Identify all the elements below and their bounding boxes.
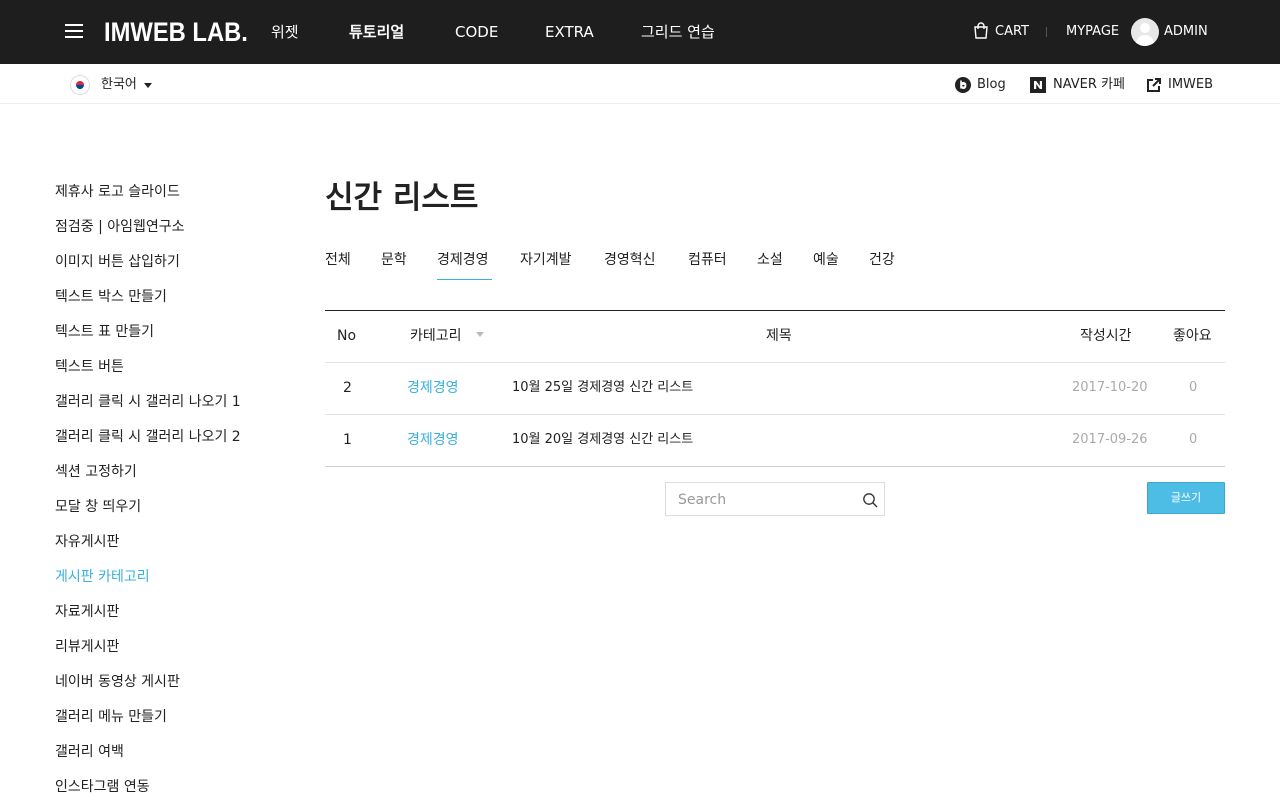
tab-computer[interactable]: 컴퓨터: [688, 249, 727, 271]
sidebar-item[interactable]: 자료게시판: [55, 601, 119, 623]
column-header-title: 제목: [766, 328, 792, 344]
sidebar-item[interactable]: 텍스트 박스 만들기: [55, 286, 167, 308]
write-post-button[interactable]: 글쓰기: [1147, 482, 1225, 514]
sidebar-item[interactable]: 제휴사 로고 슬라이드: [55, 181, 180, 203]
nav-item-extra[interactable]: EXTRA: [545, 20, 594, 44]
category-filter-caret-icon[interactable]: [476, 332, 484, 337]
nav-item-code[interactable]: CODE: [455, 20, 498, 44]
sidebar-item[interactable]: 갤러리 메뉴 만들기: [55, 706, 167, 728]
column-header-category[interactable]: 카테고리: [410, 325, 462, 347]
column-header-date: 작성시간: [1080, 328, 1132, 344]
hamburger-menu-icon[interactable]: [65, 24, 83, 39]
tab-literature[interactable]: 문학: [381, 249, 407, 271]
row-likes: 0: [1189, 380, 1198, 395]
page-title: 신간 리스트: [325, 180, 479, 216]
tab-art[interactable]: 예술: [813, 249, 839, 271]
caret-down-icon[interactable]: [144, 83, 152, 88]
row-likes: 0: [1189, 432, 1198, 447]
nav-item-grid-practice[interactable]: 그리드 연습: [641, 20, 715, 44]
table-divider: [325, 362, 1225, 363]
row-date: 2017-09-26: [1072, 432, 1148, 447]
external-link-icon[interactable]: [1146, 77, 1162, 93]
sidebar-item[interactable]: 이미지 버튼 삽입하기: [55, 251, 180, 273]
korea-flag-icon[interactable]: [70, 75, 90, 95]
table-divider: [325, 414, 1225, 415]
language-selector[interactable]: 한국어: [101, 74, 137, 96]
cart-link[interactable]: CART: [995, 20, 1029, 44]
tab-all[interactable]: 전체: [325, 249, 351, 271]
row-title-link[interactable]: 10월 20일 경제경영 신간 리스트: [512, 429, 693, 451]
row-number: 1: [343, 432, 352, 448]
row-category-link[interactable]: 경제경영: [407, 429, 459, 451]
column-header-likes: 좋아요: [1173, 328, 1212, 344]
tab-self-development[interactable]: 자기계발: [520, 249, 572, 271]
blog-icon[interactable]: [955, 77, 971, 93]
table-bottom-border: [325, 466, 1225, 467]
row-title-link[interactable]: 10월 25일 경제경영 신간 리스트: [512, 377, 693, 399]
naver-cafe-link[interactable]: NAVER 카페: [1053, 74, 1125, 96]
utility-bar: 한국어 Blog NAVER 카페 IMWEB: [0, 64, 1280, 104]
row-date: 2017-10-20: [1072, 380, 1148, 395]
search-icon[interactable]: [862, 492, 878, 508]
tab-health[interactable]: 건강: [869, 249, 895, 271]
sidebar-item[interactable]: 리뷰게시판: [55, 636, 119, 658]
sidebar-item[interactable]: 갤러리 클릭 시 갤러리 나오기 2: [55, 426, 241, 448]
imweb-link[interactable]: IMWEB: [1168, 74, 1213, 96]
sidebar-item[interactable]: 갤러리 여백: [55, 741, 124, 763]
blog-link[interactable]: Blog: [977, 74, 1006, 96]
table-top-border: [325, 310, 1225, 311]
search-input[interactable]: [678, 490, 858, 510]
row-category-link[interactable]: 경제경영: [407, 377, 459, 399]
sidebar-item[interactable]: 자유게시판: [55, 531, 119, 553]
shopping-bag-icon[interactable]: [972, 21, 990, 39]
nav-item-widget[interactable]: 위젯: [271, 20, 299, 44]
sidebar-item[interactable]: 텍스트 표 만들기: [55, 321, 154, 343]
mypage-link[interactable]: MYPAGE: [1066, 20, 1119, 44]
column-header-no: No: [337, 328, 357, 344]
search-box: [665, 482, 885, 516]
tab-management-innovation[interactable]: 경영혁신: [604, 249, 656, 271]
sidebar-item[interactable]: 섹션 고정하기: [55, 461, 137, 483]
naver-icon[interactable]: [1030, 77, 1046, 93]
row-number: 2: [343, 380, 352, 396]
tab-novel[interactable]: 소설: [757, 249, 783, 271]
avatar[interactable]: [1131, 18, 1159, 46]
sidebar-item[interactable]: 텍스트 버튼: [55, 356, 124, 378]
header-divider: [1046, 27, 1047, 37]
sidebar-item[interactable]: 갤러리 클릭 시 갤러리 나오기 1: [55, 391, 241, 413]
nav-item-tutorial[interactable]: 튜토리얼: [349, 20, 404, 44]
sidebar-item[interactable]: 네이버 동영상 게시판: [55, 671, 180, 693]
site-logo[interactable]: IMWEB LAB.: [104, 16, 248, 48]
top-header: IMWEB LAB. 위젯 튜토리얼 CODE EXTRA 그리드 연습 CAR…: [0, 0, 1280, 64]
sidebar-item[interactable]: 점검중 | 아임웹연구소: [55, 216, 185, 238]
sidebar-item[interactable]: 모달 창 띄우기: [55, 496, 141, 518]
admin-link[interactable]: ADMIN: [1164, 20, 1208, 44]
tab-economy-management[interactable]: 경제경영: [437, 249, 489, 271]
sidebar-item[interactable]: 인스타그램 연동: [55, 776, 150, 798]
sidebar-item-active[interactable]: 게시판 카테고리: [55, 566, 150, 588]
active-tab-indicator: [437, 279, 492, 280]
